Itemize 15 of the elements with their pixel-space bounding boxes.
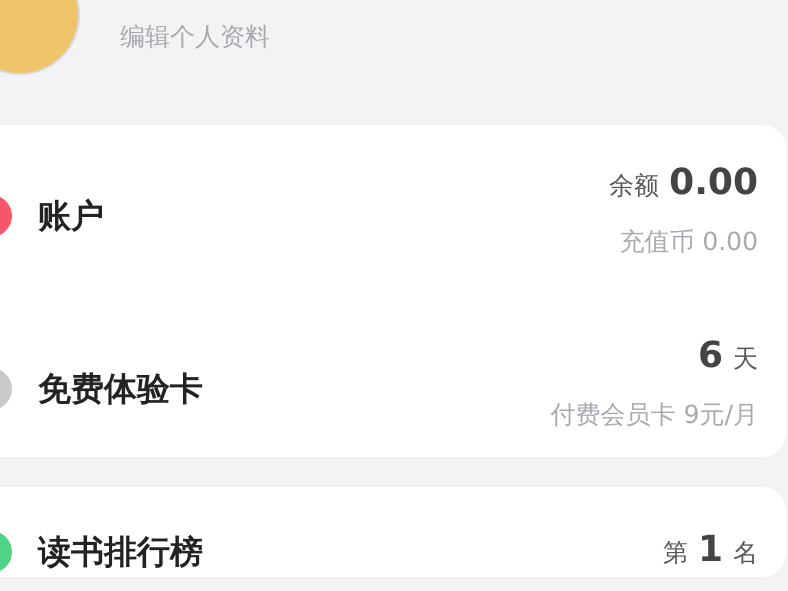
row-title: 读书排行榜	[38, 531, 203, 573]
value-label: 余额	[609, 170, 660, 202]
menu-row[interactable]: 免费体验卡 6 天 付费会员卡 9元/月	[0, 298, 786, 457]
value-unit: 名	[733, 537, 758, 569]
menu-row[interactable]: 读书排行榜 第 1 名	[0, 487, 786, 576]
row-title: 免费体验卡	[38, 368, 203, 410]
value-label: 第	[662, 537, 688, 569]
row-subtitle: 付费会员卡 9元/月	[550, 398, 758, 430]
row-subtitle: 充值币 0.00	[619, 226, 758, 258]
value-number: 1	[698, 532, 723, 568]
value-unit: 天	[733, 343, 758, 375]
menu-row[interactable]: 账户 余额 0.00 充值币 0.00	[0, 125, 786, 298]
value-number: 6	[698, 338, 723, 374]
value-number: 0.00	[669, 165, 758, 201]
row-title: 账户	[38, 195, 104, 237]
